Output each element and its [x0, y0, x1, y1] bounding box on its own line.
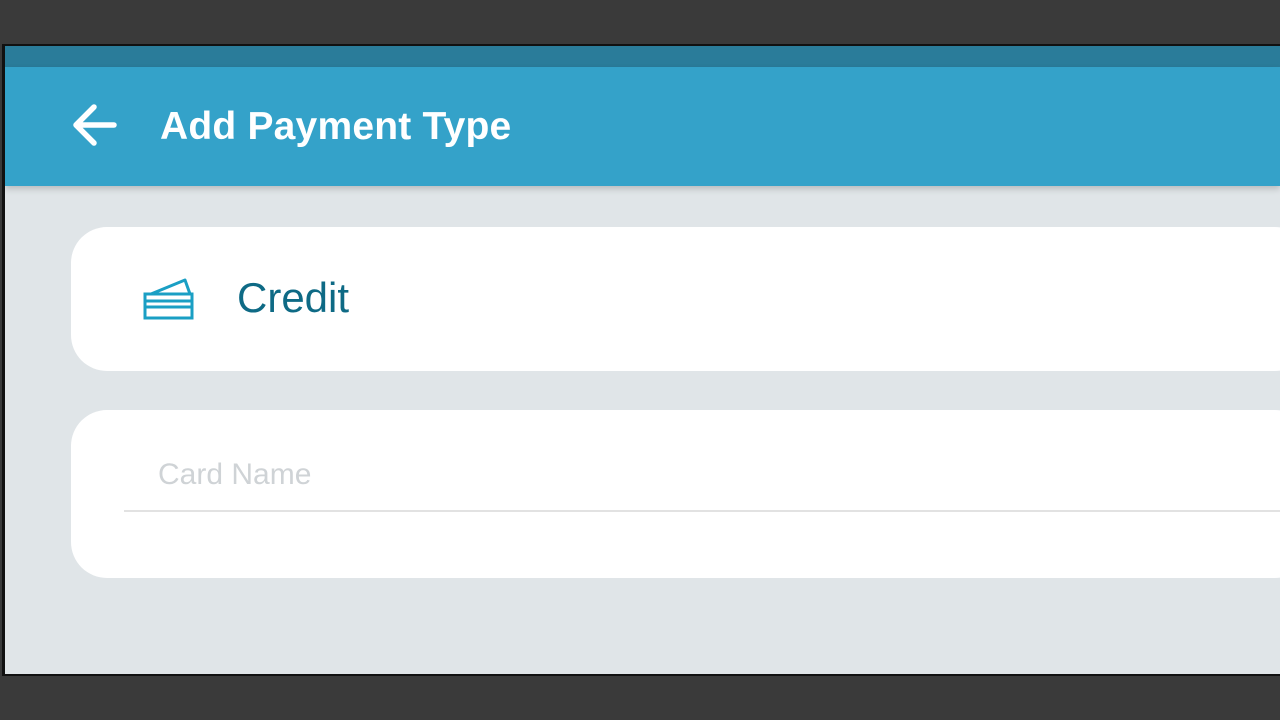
- app-screen: Add Payment Type Credit: [5, 46, 1280, 674]
- payment-type-label: Credit: [237, 274, 350, 321]
- page-title: Add Payment Type: [160, 105, 512, 148]
- credit-card-icon: [143, 277, 195, 321]
- arrow-left-icon: [72, 103, 118, 151]
- app-bar: Add Payment Type: [5, 67, 1280, 186]
- back-button[interactable]: [67, 102, 123, 152]
- payment-type-selector[interactable]: Credit: [71, 227, 1280, 371]
- card-name-input[interactable]: [124, 440, 1280, 512]
- status-bar: [5, 46, 1280, 67]
- card-name-card: [71, 410, 1280, 578]
